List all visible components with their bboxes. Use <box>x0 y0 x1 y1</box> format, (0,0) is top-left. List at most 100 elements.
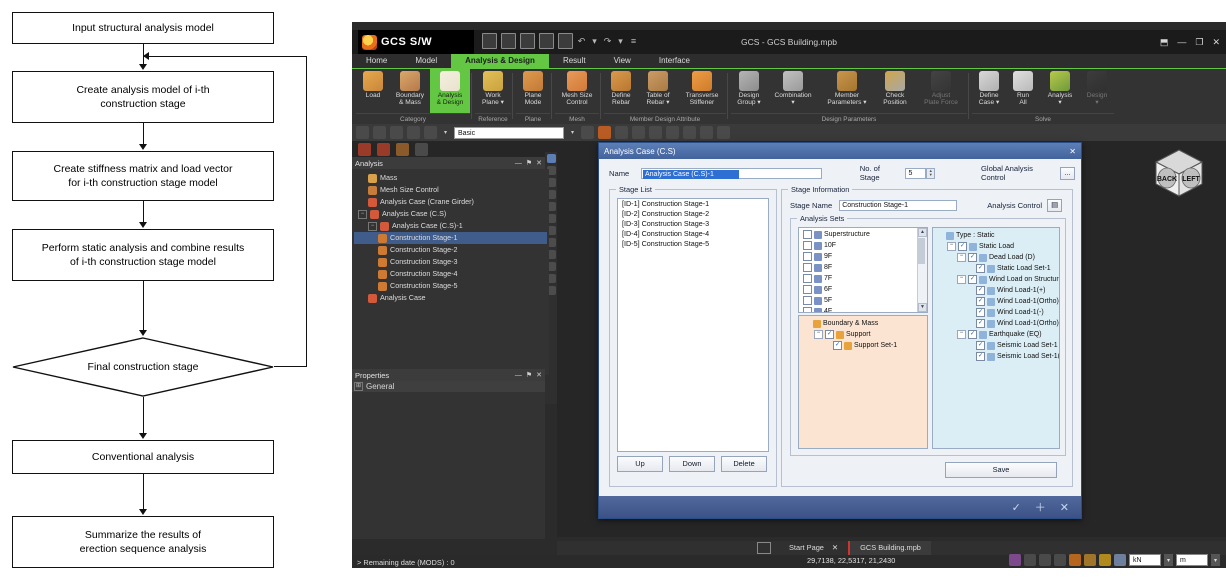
ribbon-button-member-parameters[interactable]: Member Parameters ▾ <box>819 69 875 113</box>
scroll-thumb[interactable] <box>918 238 925 264</box>
ribbon-button-design-group[interactable]: Design Group ▾ <box>731 69 767 113</box>
analysis-case-dialog[interactable]: Analysis Case (C.S) ✕ Name Analysis Case… <box>598 142 1082 519</box>
stage-list-item[interactable]: [ID-5] Construction Stage-5 <box>618 239 768 249</box>
ribbon-button-run-all[interactable]: Run All <box>1006 69 1040 113</box>
scroll-down-icon[interactable]: ▼ <box>918 303 927 312</box>
document-tab[interactable]: Start Page ✕ <box>779 541 848 555</box>
close-icon[interactable]: ✕ <box>1212 37 1220 48</box>
dialog-close-footer-icon[interactable]: ✕ <box>1060 501 1069 514</box>
node-number-icon[interactable] <box>632 126 645 139</box>
shrink-view-icon[interactable] <box>1054 554 1066 566</box>
hidden-line-icon[interactable] <box>1039 554 1051 566</box>
load-tree-item[interactable]: ✓ Wind Load-1(Ortho)(-) <box>935 318 1059 329</box>
panel-pin-icon[interactable]: ⚑ <box>526 371 532 379</box>
expander-icon[interactable]: − <box>957 275 966 284</box>
view-preset-arrow[interactable]: ▾ <box>568 126 577 139</box>
undo-dropdown-icon[interactable]: ▾ <box>590 36 599 46</box>
analysis-tree-item[interactable]: Analysis Case <box>354 292 547 304</box>
load-tree-item[interactable]: ✓ Wind Load-1(-) <box>935 307 1059 318</box>
expander-icon[interactable]: − <box>814 330 823 339</box>
element-number-icon[interactable] <box>649 126 662 139</box>
minimize-icon[interactable]: — <box>1177 37 1186 47</box>
load-tree-item[interactable]: ✓ Wind Load-1(Ortho)(+) <box>935 296 1059 307</box>
panel-close-icon[interactable]: ✕ <box>536 371 542 379</box>
status-bar-icons[interactable]: kN ▾ m ▾ <box>1009 554 1220 566</box>
checkbox[interactable]: ✓ <box>976 286 985 295</box>
analysis-tree-item[interactable]: − Analysis Case (C.S)-1 <box>354 220 547 232</box>
ribbon-button-define-rebar[interactable]: Define Rebar <box>604 69 638 113</box>
structure-tree-scrollbar[interactable]: ▲ ▼ <box>917 228 927 312</box>
open-folder-icon[interactable] <box>501 33 516 49</box>
section-color-icon[interactable] <box>683 126 696 139</box>
structure-tree-item[interactable]: 8F <box>801 262 927 273</box>
panel-minimize-icon[interactable]: — <box>515 160 522 167</box>
analysis-tree[interactable]: Mass Mesh Size Control Analysis Case (Cran… <box>352 169 549 375</box>
boundary-tree-item[interactable]: ✓ Support Set-1 <box>802 340 927 351</box>
material-color-icon[interactable] <box>666 126 679 139</box>
redo-dropdown-icon[interactable]: ▾ <box>616 36 625 46</box>
stage-list-box[interactable]: [ID-1] Construction Stage-1 [ID-2] Constr… <box>617 198 769 452</box>
checkbox[interactable]: ✓ <box>976 319 985 328</box>
view-cube-shape[interactable]: BACK LEFT <box>1148 144 1210 202</box>
ribbon-button-analysis-design[interactable]: Analysis & Design <box>430 69 470 113</box>
analysis-tree-item[interactable]: Construction Stage-1 <box>354 232 547 244</box>
ribbon-tab-view[interactable]: View <box>600 54 645 68</box>
ribbon-tab-analysis-design[interactable]: Analysis & Design <box>451 54 549 68</box>
ribbon-button-combination[interactable]: Combination ▾ <box>767 69 819 113</box>
lock-icon[interactable] <box>356 126 369 139</box>
checkbox[interactable]: ✓ <box>976 341 985 350</box>
render-mode-icon[interactable] <box>1009 554 1021 566</box>
snap-node-icon[interactable] <box>1114 554 1126 566</box>
checkbox[interactable]: ✓ <box>958 242 967 251</box>
structure-tree-item[interactable]: 6F <box>801 284 927 295</box>
stage-list-item[interactable]: [ID-2] Construction Stage-2 <box>618 209 768 219</box>
structure-tree-box[interactable]: Superstructure 10F 9F 8F 7F 6F 5F 4F ▲ ▼ <box>798 227 928 313</box>
print-icon[interactable] <box>558 33 573 49</box>
expander-icon[interactable]: − <box>947 242 956 251</box>
render-icon[interactable] <box>598 126 611 139</box>
load-tree-item[interactable]: − ✓ Static Load <box>935 241 1059 252</box>
name-input[interactable]: Analysis Case (C.S)-1 <box>640 167 822 179</box>
checkbox[interactable]: ✓ <box>976 264 985 273</box>
scroll-up-icon[interactable]: ▲ <box>918 228 927 237</box>
stage-down-button[interactable]: Down <box>669 456 715 472</box>
analysis-tree-item[interactable]: Analysis Case (Crane Girder) <box>354 196 547 208</box>
select-polygon-icon[interactable] <box>377 142 390 156</box>
boundary-tree-item[interactable]: Boundary & Mass <box>802 318 927 329</box>
structure-tree-item[interactable]: 5F <box>801 295 927 306</box>
new-file-icon[interactable] <box>482 33 497 49</box>
snap-line-icon[interactable] <box>1099 554 1111 566</box>
save-button[interactable]: Save <box>945 462 1057 478</box>
checkbox[interactable] <box>803 285 812 294</box>
stage-count-input[interactable]: 5 <box>905 167 927 179</box>
ribbon-button-plane-mode[interactable]: Plane Mode <box>516 69 550 113</box>
boundary-tree-item[interactable]: − ✓ Support <box>802 329 927 340</box>
ribbon-button-work-plane[interactable]: Work Plane ▾ <box>475 69 511 113</box>
analysis-tree-item[interactable]: Construction Stage-5 <box>354 280 547 292</box>
ribbon-tab-home[interactable]: Home <box>352 54 401 68</box>
select-identity-icon[interactable] <box>396 142 409 156</box>
global-analysis-control-button[interactable]: ... <box>1059 166 1075 180</box>
checkbox[interactable] <box>803 241 812 250</box>
select-all-icon[interactable] <box>415 142 428 156</box>
checkbox[interactable]: ✓ <box>968 253 977 262</box>
dialog-add-icon[interactable]: ＋ <box>1035 499 1046 515</box>
analysis-control-button[interactable]: ▤ <box>1047 199 1063 212</box>
analysis-tree-item[interactable]: Construction Stage-2 <box>354 244 547 256</box>
stage-list-item[interactable]: [ID-4] Construction Stage-4 <box>618 229 768 239</box>
stage-list-buttons[interactable]: Up Down Delete <box>617 456 767 472</box>
ribbon-button-boundary-mass[interactable]: Boundary & Mass <box>390 69 430 113</box>
analysis-tree-item[interactable]: Construction Stage-3 <box>354 256 547 268</box>
checkbox[interactable] <box>803 263 812 272</box>
ribbon-button-load[interactable]: Load <box>356 69 390 113</box>
load-tree-item[interactable]: Type : Static <box>935 230 1059 241</box>
document-tab[interactable]: GCS Building.mpb <box>848 541 931 555</box>
zoom-window-icon[interactable] <box>390 126 403 139</box>
checkbox[interactable] <box>803 307 812 312</box>
structure-tree-item[interactable]: 9F <box>801 251 927 262</box>
length-unit-select[interactable]: m <box>1176 554 1208 566</box>
ribbon-button-define-case[interactable]: Define Case ▾ <box>972 69 1006 113</box>
view-cube[interactable]: BACK LEFT <box>1148 144 1210 202</box>
expander-icon[interactable]: − <box>957 253 966 262</box>
checkbox[interactable] <box>803 296 812 305</box>
